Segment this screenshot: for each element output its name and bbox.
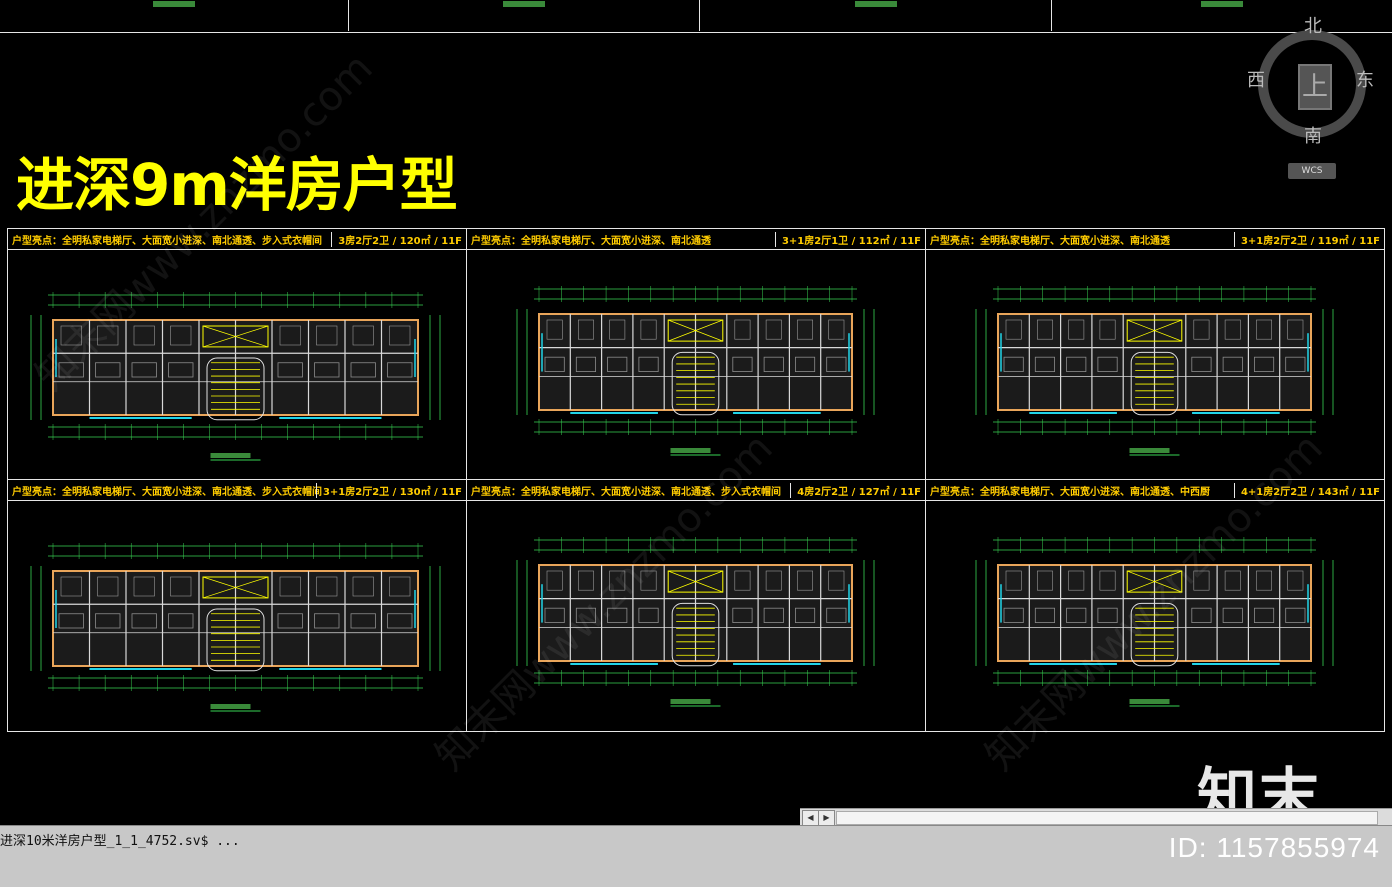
sheet-cell <box>349 0 700 31</box>
panel-unit: 3+1房2厅1卫 / 112㎡ / 11F <box>774 232 921 247</box>
floor-plan-drawing <box>467 501 925 731</box>
compass-south-label[interactable]: 南 <box>1304 122 1322 148</box>
sheet-label <box>153 1 195 7</box>
site-logo-watermark: 知末 <box>1197 762 1321 808</box>
panel-header: 户型亮点：全明私家电梯厅、大面宽小进深、南北通透、中西厨 4+1房2厅2卫 / … <box>926 480 1384 501</box>
panel-header: 户型亮点：全明私家电梯厅、大面宽小进深、南北通透、步入式衣帽间 3房2厅2卫 /… <box>8 229 466 250</box>
caption-block <box>670 699 711 704</box>
caption-block <box>210 704 251 709</box>
sheet-label <box>854 1 897 7</box>
compass-east-label[interactable]: 东 <box>1356 66 1374 92</box>
floor-plan-drawing <box>926 501 1384 731</box>
sheet-cell <box>0 0 349 31</box>
plan-geometry <box>975 537 1334 707</box>
viewcube-top-face[interactable]: 上 <box>1298 64 1332 110</box>
scroll-right-button[interactable]: ▶ <box>818 810 835 826</box>
plan-panel[interactable]: 户型亮点：全明私家电梯厅、大面宽小进深、南北通透 3+1房2厅1卫 / 112㎡… <box>467 229 926 480</box>
floor-plan-drawing <box>8 501 466 731</box>
panel-highlight: 户型亮点：全明私家电梯厅、大面宽小进深、南北通透 <box>930 236 1170 247</box>
scrollbar-thumb[interactable] <box>836 811 1378 825</box>
plan-panel[interactable]: 户型亮点：全明私家电梯厅、大面宽小进深、南北通透 3+1房2厅2卫 / 119㎡… <box>926 229 1384 480</box>
top-sheet-strip <box>0 0 1392 33</box>
caption-block <box>1129 448 1170 453</box>
horizontal-scrollbar[interactable]: ◀ ▶ <box>800 808 1392 826</box>
panel-unit: 3+1房2厅2卫 / 119㎡ / 11F <box>1233 232 1380 247</box>
drawing-title: 进深9m洋房户型 <box>16 151 458 219</box>
drawing-canvas[interactable]: 进深9m洋房户型 上 北 南 东 西 WCS 户型亮点：全明私家电梯厅、大面宽小… <box>0 0 1392 808</box>
plan-geometry <box>30 543 441 712</box>
panel-unit: 3+1房2厅2卫 / 130㎡ / 11F <box>315 483 462 498</box>
floor-plan-drawing <box>926 250 1384 479</box>
panel-unit: 3房2厅2卫 / 120㎡ / 11F <box>331 232 462 247</box>
plan-panel[interactable]: 户型亮点：全明私家电梯厅、大面宽小进深、南北通透、步入式衣帽间 3+1房2厅2卫… <box>8 480 467 731</box>
floor-plan-drawing <box>467 250 925 479</box>
sheet-label <box>503 1 545 7</box>
plan-geometry <box>516 537 875 707</box>
plan-panel[interactable]: 户型亮点：全明私家电梯厅、大面宽小进深、南北通透、步入式衣帽间 3房2厅2卫 /… <box>8 229 467 480</box>
compass-west-label[interactable]: 西 <box>1247 66 1265 92</box>
panel-unit: 4房2厅2卫 / 127㎡ / 11F <box>790 483 921 498</box>
viewcube-compass[interactable]: 上 北 南 东 西 <box>1247 16 1374 147</box>
panel-header: 户型亮点：全明私家电梯厅、大面宽小进深、南北通透 3+1房2厅2卫 / 119㎡… <box>926 229 1384 250</box>
scroll-left-button[interactable]: ◀ <box>802 810 819 826</box>
plan-geometry <box>975 286 1334 456</box>
image-id-label: ID: 1157855974 <box>1168 832 1380 863</box>
panel-highlight: 户型亮点：全明私家电梯厅、大面宽小进深、南北通透、步入式衣帽间 <box>12 236 322 247</box>
plan-panel[interactable]: 户型亮点：全明私家电梯厅、大面宽小进深、南北通透、步入式衣帽间 4房2厅2卫 /… <box>467 480 926 731</box>
panel-header: 户型亮点：全明私家电梯厅、大面宽小进深、南北通透、步入式衣帽间 3+1房2厅2卫… <box>8 480 466 501</box>
floor-plan-grid: 户型亮点：全明私家电梯厅、大面宽小进深、南北通透、步入式衣帽间 3房2厅2卫 /… <box>7 228 1385 732</box>
sheet-cell <box>700 0 1052 31</box>
panel-highlight: 户型亮点：全明私家电梯厅、大面宽小进深、南北通透、步入式衣帽间 <box>471 487 781 498</box>
wcs-menu[interactable]: WCS <box>1288 163 1336 179</box>
panel-highlight: 户型亮点：全明私家电梯厅、大面宽小进深、南北通透 <box>471 236 711 247</box>
floor-plan-drawing <box>8 250 466 479</box>
panel-highlight: 户型亮点：全明私家电梯厅、大面宽小进深、南北通透、中西厨 <box>930 487 1210 498</box>
plan-geometry <box>516 286 875 456</box>
panel-unit: 4+1房2厅2卫 / 143㎡ / 11F <box>1233 483 1380 498</box>
sheet-label <box>1200 1 1243 7</box>
caption-block <box>210 453 251 458</box>
plan-panel[interactable]: 户型亮点：全明私家电梯厅、大面宽小进深、南北通透、中西厨 4+1房2厅2卫 / … <box>926 480 1384 731</box>
command-line-text[interactable]: 进深10米洋房户型_1_1_4752.sv$ ... <box>0 830 240 849</box>
caption-block <box>1129 699 1170 704</box>
compass-north-label[interactable]: 北 <box>1304 12 1322 38</box>
panel-header: 户型亮点：全明私家电梯厅、大面宽小进深、南北通透、步入式衣帽间 4房2厅2卫 /… <box>467 480 925 501</box>
plan-geometry <box>30 292 441 461</box>
panel-highlight: 户型亮点：全明私家电梯厅、大面宽小进深、南北通透、步入式衣帽间 <box>12 487 322 498</box>
command-line-bar[interactable]: 进深10米洋房户型_1_1_4752.sv$ ... ID: 115785597… <box>0 825 1392 887</box>
panel-header: 户型亮点：全明私家电梯厅、大面宽小进深、南北通透 3+1房2厅1卫 / 112㎡… <box>467 229 925 250</box>
caption-block <box>670 448 711 453</box>
